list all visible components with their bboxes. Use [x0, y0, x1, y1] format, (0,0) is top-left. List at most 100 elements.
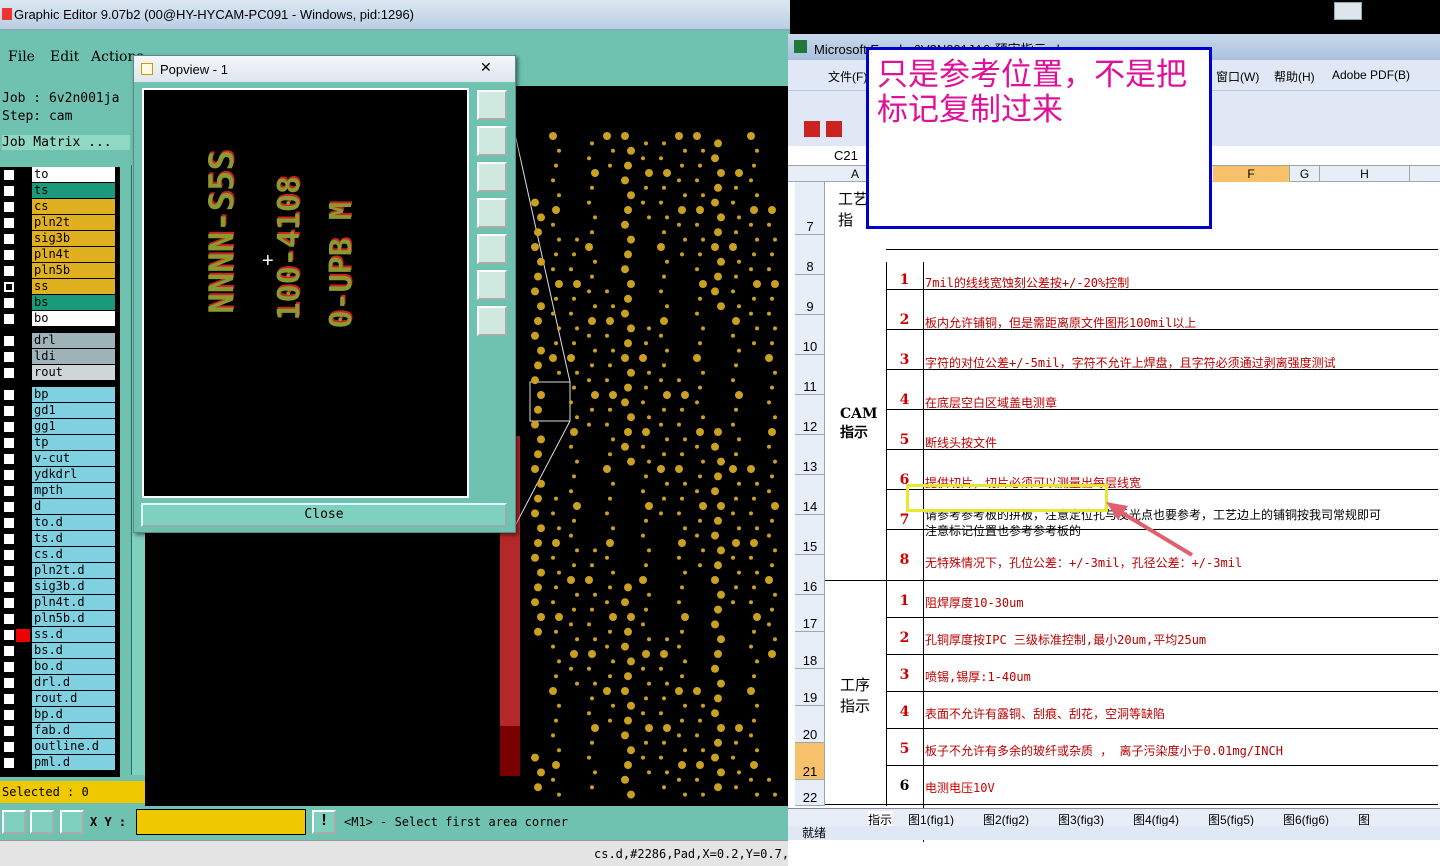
- layer-row[interactable]: drl.d: [0, 675, 118, 691]
- layer-checkbox[interactable]: [3, 201, 15, 213]
- pan-up-icon[interactable]: [477, 126, 507, 156]
- layer-row[interactable]: tp: [0, 435, 118, 451]
- layer-checkbox[interactable]: [3, 629, 15, 641]
- layer-row[interactable]: cs: [0, 199, 118, 215]
- menu-edit[interactable]: Edit: [50, 49, 79, 65]
- pan-right-icon[interactable]: [477, 234, 507, 264]
- menu-pdf[interactable]: Adobe PDF(B): [1332, 68, 1410, 82]
- row-header[interactable]: 22: [795, 780, 825, 806]
- row-header[interactable]: 13: [795, 435, 825, 475]
- row-header[interactable]: 16: [795, 555, 825, 595]
- layer-checkbox[interactable]: [3, 297, 15, 309]
- layer-row[interactable]: bp.d: [0, 707, 118, 723]
- row-header[interactable]: 12: [795, 395, 825, 435]
- layer-checkbox[interactable]: [3, 501, 15, 513]
- layer-checkbox[interactable]: [3, 597, 15, 609]
- sheet-grid[interactable]: 7 8 9 10 11 12 13 14 15 16 17 18 19 20 21 22 工艺 指 CAM 指示工…: [788, 182, 1440, 842]
- layer-row[interactable]: fab.d: [0, 723, 118, 739]
- menu-help-cn[interactable]: 帮助(H): [1274, 68, 1315, 85]
- row-header[interactable]: 19: [795, 669, 825, 706]
- layer-row[interactable]: to: [0, 167, 118, 183]
- col-h[interactable]: H: [1320, 166, 1410, 182]
- layer-row[interactable]: pln2t.d: [0, 563, 118, 579]
- row-header[interactable]: 17: [795, 595, 825, 632]
- layer-checkbox[interactable]: [3, 281, 15, 293]
- layer-checkbox[interactable]: [3, 549, 15, 561]
- layer-row[interactable]: cs.d: [0, 547, 118, 563]
- layer-row[interactable]: pln4t: [0, 247, 118, 263]
- col-g[interactable]: G: [1290, 166, 1320, 182]
- layer-checkbox[interactable]: [3, 581, 15, 593]
- layer-row[interactable]: v-cut: [0, 451, 118, 467]
- name-box[interactable]: C21: [834, 148, 858, 163]
- layer-checkbox[interactable]: [3, 533, 15, 545]
- layer-checkbox[interactable]: [3, 677, 15, 689]
- minimize-button[interactable]: [1334, 2, 1362, 20]
- job-matrix-button[interactable]: Job Matrix ...: [2, 135, 130, 150]
- layer-row[interactable]: bs: [0, 295, 118, 311]
- layer-row[interactable]: pln5b.d: [0, 611, 118, 627]
- row-header[interactable]: 11: [795, 355, 825, 395]
- layer-checkbox[interactable]: [3, 169, 15, 181]
- row-header[interactable]: 20: [795, 706, 825, 743]
- row-header[interactable]: 9: [795, 275, 825, 315]
- layer-checkbox[interactable]: [3, 217, 15, 229]
- layer-row[interactable]: pln5b: [0, 263, 118, 279]
- layer-row[interactable]: bo: [0, 311, 118, 327]
- popview-close-button[interactable]: Close: [141, 503, 507, 527]
- layer-checkbox[interactable]: [3, 335, 15, 347]
- row-header[interactable]: 18: [795, 632, 825, 669]
- zoom-in-icon[interactable]: [477, 270, 507, 300]
- layer-checkbox[interactable]: [3, 405, 15, 417]
- layer-row[interactable]: ldi: [0, 349, 118, 365]
- layer-row[interactable]: gd1: [0, 403, 118, 419]
- layer-checkbox[interactable]: [3, 389, 15, 401]
- menu-file-cn[interactable]: 文件(F): [828, 68, 867, 85]
- layer-checkbox[interactable]: [3, 613, 15, 625]
- layer-row[interactable]: rout: [0, 365, 118, 381]
- layer-checkbox[interactable]: [3, 485, 15, 497]
- alert-icon[interactable]: !: [312, 810, 336, 834]
- measure-tool-icon[interactable]: [30, 810, 54, 834]
- layer-checkbox[interactable]: [3, 565, 15, 577]
- row-header[interactable]: 10: [795, 315, 825, 355]
- row-header[interactable]: 14: [795, 475, 825, 515]
- layer-row[interactable]: gg1: [0, 419, 118, 435]
- layer-checkbox[interactable]: [3, 709, 15, 721]
- layer-checkbox[interactable]: [3, 249, 15, 261]
- layer-checkbox[interactable]: [3, 453, 15, 465]
- layer-row[interactable]: pml.d: [0, 755, 118, 771]
- layer-checkbox[interactable]: [3, 469, 15, 481]
- layer-checkbox[interactable]: [3, 725, 15, 737]
- layer-checkbox[interactable]: [3, 233, 15, 245]
- layer-checkbox[interactable]: [3, 421, 15, 433]
- menu-file[interactable]: File: [8, 49, 35, 65]
- layer-checkbox[interactable]: [3, 757, 15, 769]
- grid-tool-icon[interactable]: [60, 810, 84, 834]
- menu-window-cn[interactable]: 窗口(W): [1216, 68, 1259, 85]
- layer-checkbox[interactable]: [3, 517, 15, 529]
- layer-row[interactable]: sig3b: [0, 231, 118, 247]
- layer-row[interactable]: ss: [0, 279, 118, 295]
- layer-checkbox[interactable]: [3, 313, 15, 325]
- col-f[interactable]: F: [1213, 166, 1290, 182]
- zoom-out-icon[interactable]: [477, 306, 507, 336]
- layer-row[interactable]: outline.d: [0, 739, 118, 755]
- row-header[interactable]: 8: [795, 235, 825, 275]
- layer-row[interactable]: pln4t.d: [0, 595, 118, 611]
- row-header[interactable]: 7: [795, 182, 825, 235]
- layer-checkbox[interactable]: [3, 661, 15, 673]
- layer-row[interactable]: d: [0, 499, 118, 515]
- layer-row[interactable]: ts: [0, 183, 118, 199]
- layer-checkbox[interactable]: [3, 741, 15, 753]
- layer-row[interactable]: ss.d: [0, 627, 118, 643]
- layer-row[interactable]: to.d: [0, 515, 118, 531]
- zoom-fit-icon[interactable]: [477, 90, 507, 120]
- pdf-icon[interactable]: [804, 121, 820, 137]
- xy-input[interactable]: [136, 809, 306, 835]
- layer-checkbox[interactable]: [3, 693, 15, 705]
- popview-close-icon[interactable]: ✕: [480, 59, 492, 76]
- layer-row[interactable]: drl: [0, 333, 118, 349]
- layer-row[interactable]: mpth: [0, 483, 118, 499]
- row-header[interactable]: 21: [795, 743, 825, 780]
